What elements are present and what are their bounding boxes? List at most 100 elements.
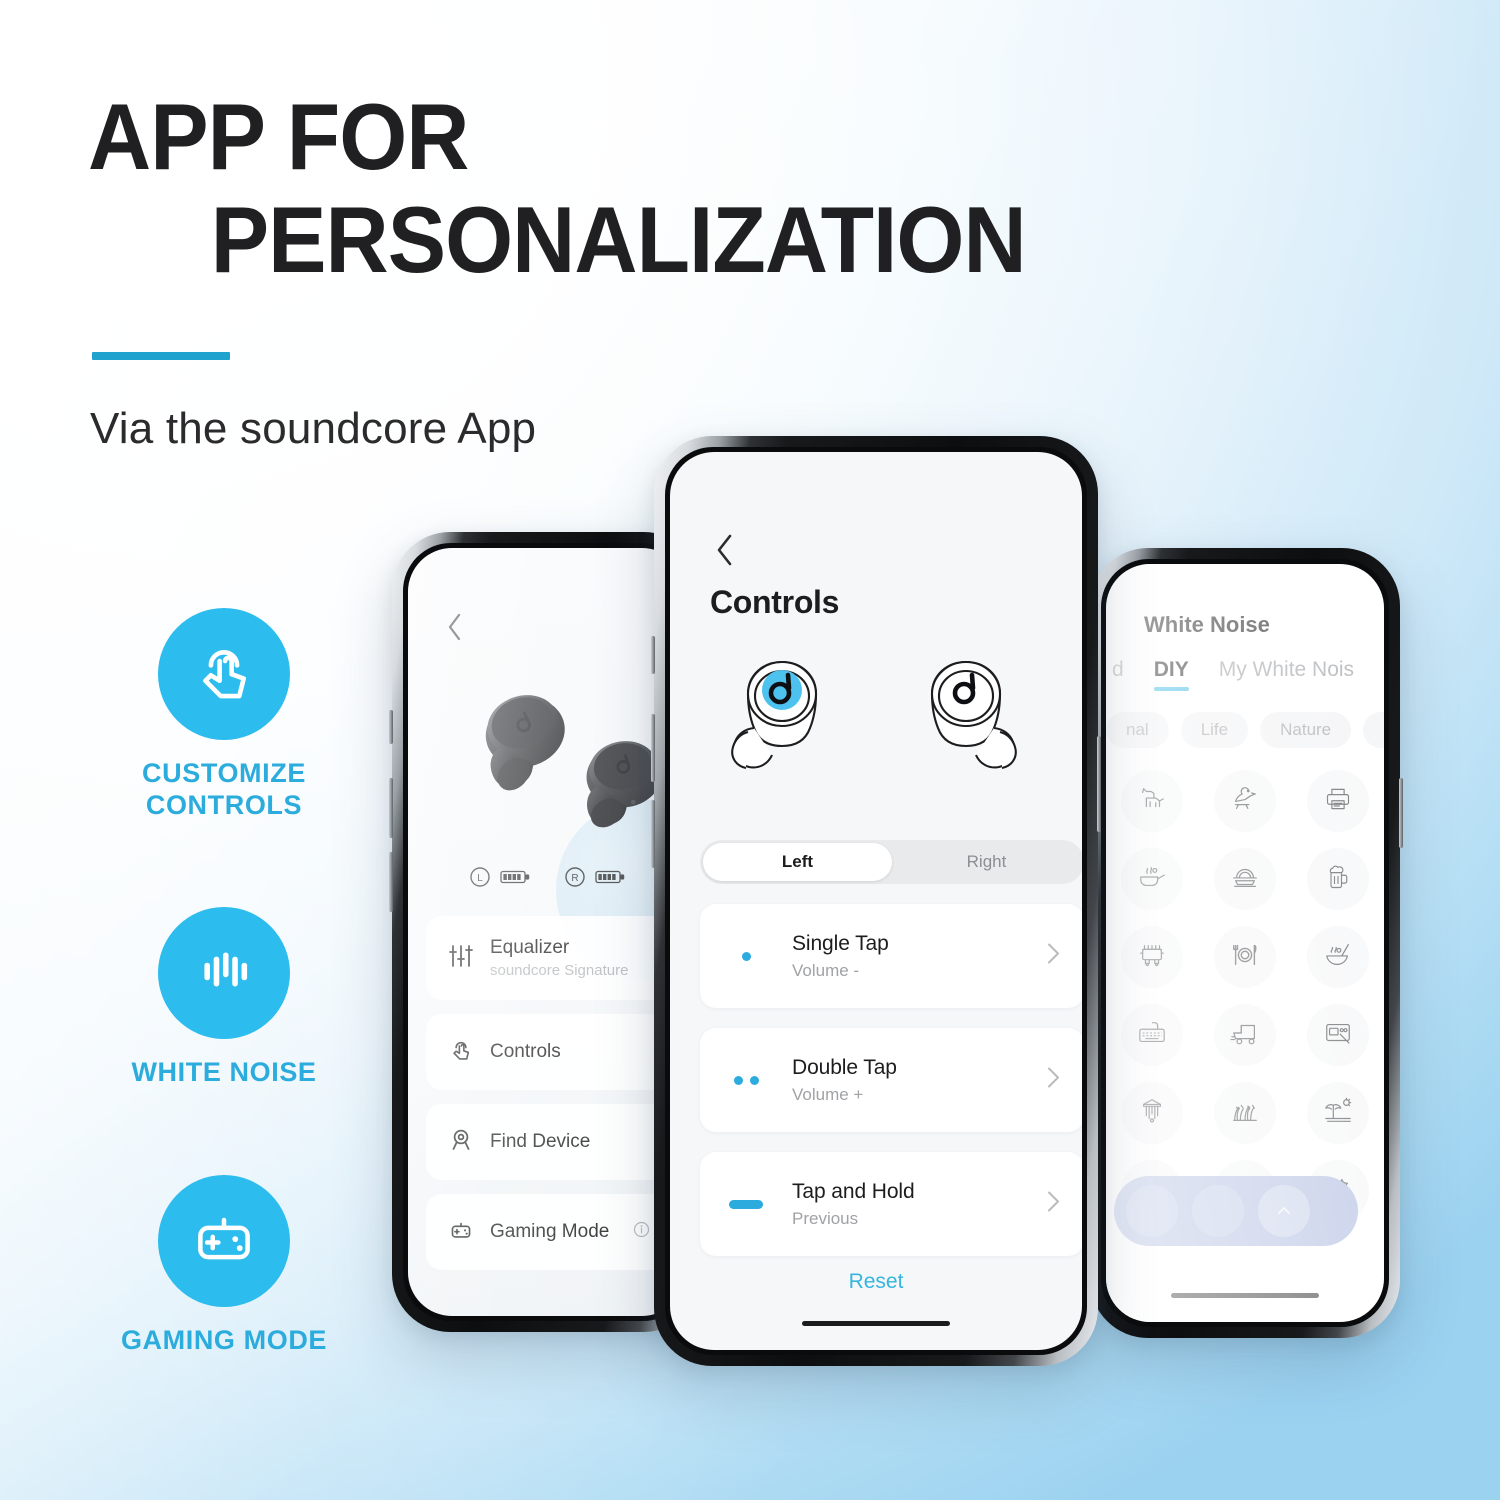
player-slot (1192, 1185, 1244, 1237)
chevron-right-icon (1047, 1191, 1060, 1218)
battery-right: R (564, 866, 625, 893)
earbud-right[interactable] (902, 648, 1034, 803)
sound-tile[interactable] (1291, 926, 1384, 988)
printer-icon (1324, 785, 1352, 818)
sound-tile[interactable] (1291, 770, 1384, 832)
sound-tile[interactable] (1199, 770, 1292, 832)
control-double-tap[interactable]: Double Tap Volume + (700, 1028, 1082, 1132)
control-title: Single Tap (792, 931, 889, 955)
phone-mockup-center: Controls Left Right Single Tap Volume - … (651, 436, 1101, 1366)
home-indicator (1171, 1293, 1319, 1298)
earbud-side-toggle[interactable]: Left Right (700, 840, 1082, 884)
screen-title: Controls (710, 584, 840, 620)
sound-tile[interactable] (1291, 1082, 1384, 1144)
sound-tile[interactable] (1106, 926, 1199, 988)
feature-label-line-1: GAMING MODE (120, 1324, 328, 1355)
wind-chime-icon (1137, 1096, 1167, 1131)
tv-remote-icon (1323, 1018, 1353, 1053)
sound-tile[interactable] (1106, 1004, 1199, 1066)
cutlery-plate-icon (1230, 940, 1260, 975)
feature-label-line-1: CUSTOMIZE (142, 758, 306, 788)
cooking-pan-icon (1137, 862, 1167, 897)
sound-tile[interactable] (1291, 1004, 1384, 1066)
sound-tile[interactable] (1199, 1082, 1292, 1144)
sound-tile[interactable] (1106, 770, 1199, 832)
home-indicator (802, 1321, 950, 1326)
phone-side-button (389, 710, 393, 744)
headline-line-1: APP FOR (88, 84, 469, 189)
chip-animal[interactable]: nal (1106, 712, 1169, 748)
control-value: Volume - (792, 960, 860, 980)
beer-mug-icon (1324, 863, 1352, 896)
menu-item-subtitle: soundcore Signature (490, 962, 629, 979)
battery-left: L (469, 866, 530, 893)
chip-life[interactable]: Life (1180, 712, 1249, 748)
feature-label-line-2: CONTROLS (145, 789, 303, 820)
menu-item-find-device[interactable]: Find Device (426, 1104, 686, 1180)
noodles-icon (1230, 862, 1260, 897)
keyboard-icon (1137, 1018, 1167, 1053)
feature-icon-badge (158, 1174, 290, 1307)
menu-item-equalizer[interactable]: Equalizer soundcore Signature (426, 916, 686, 1000)
menu-item-controls[interactable]: Controls (426, 1014, 686, 1090)
chevron-right-icon (1047, 1067, 1060, 1094)
sound-tile[interactable] (1199, 848, 1292, 910)
battery-full-icon (500, 869, 530, 890)
segment-right[interactable]: Right (892, 843, 1081, 881)
control-single-tap[interactable]: Single Tap Volume - (700, 904, 1082, 1008)
left-bud-badge: L (469, 866, 491, 893)
sound-tile[interactable] (1291, 848, 1384, 910)
page-title: APP FOR PERSONALIZATION (88, 84, 1218, 287)
sound-wave-icon (191, 938, 257, 1009)
category-chip-row: nal Life Nature Oth (1106, 712, 1384, 748)
gamepad-icon (448, 1217, 474, 1248)
white-noise-tabs: d DIY My White Nois (1112, 658, 1384, 691)
sound-tile[interactable] (1199, 926, 1292, 988)
phone-volume-up-button (651, 714, 655, 782)
menu-item-title: Controls (490, 1041, 561, 1062)
control-value: Previous (792, 1208, 859, 1228)
info-icon[interactable] (633, 1221, 650, 1243)
phone-left-screen: L R Equalizer soundcore Signature Contro… (408, 548, 686, 1316)
sound-icon-grid (1106, 770, 1384, 1222)
feature-icon-badge (158, 907, 290, 1040)
earbud-left-selected[interactable] (718, 648, 850, 803)
menu-item-title: Find Device (490, 1131, 591, 1152)
phone-bezel: Controls Left Right Single Tap Volume - … (665, 447, 1087, 1355)
tab-sound[interactable]: d (1112, 658, 1124, 682)
feature-gaming-mode: GAMING MODE (110, 1174, 338, 1357)
chip-nature[interactable]: Nature (1260, 712, 1352, 748)
tab-diy[interactable]: DIY (1153, 658, 1189, 691)
back-button[interactable] (712, 530, 738, 575)
earbuds-product-image (408, 640, 686, 980)
beach-palm-icon (1323, 1096, 1353, 1131)
player-collapse-icon[interactable] (1258, 1185, 1310, 1237)
svg-text:R: R (571, 873, 578, 884)
control-tap-and-hold[interactable]: Tap and Hold Previous (700, 1152, 1082, 1256)
chip-others[interactable]: Oth (1363, 712, 1384, 748)
player-slot (1126, 1185, 1178, 1237)
feature-icon-badge (158, 608, 290, 740)
battery-status-row: L R (408, 866, 686, 893)
segment-left[interactable]: Left (703, 843, 892, 881)
menu-item-gaming-mode[interactable]: Gaming Mode (426, 1194, 686, 1270)
phone-bezel: L R Equalizer soundcore Signature Contro… (403, 543, 691, 1321)
feature-list: CUSTOMIZE CONTROLS WHITE NOISE GAMING MO… (110, 608, 338, 1356)
hold-bar-icon (700, 1199, 792, 1209)
mini-player-bar[interactable] (1114, 1176, 1358, 1246)
controls-list: Single Tap Volume - Double Tap Volume + (700, 904, 1082, 1276)
sound-tile[interactable] (1106, 1082, 1199, 1144)
tap-hand-icon (448, 1037, 474, 1068)
sound-tile[interactable] (1199, 1004, 1292, 1066)
double-dot-icon (700, 1075, 792, 1085)
control-title: Double Tap (792, 1055, 897, 1079)
single-dot-icon (700, 951, 792, 961)
reset-button[interactable]: Reset (670, 1270, 1082, 1294)
battery-full-icon (595, 869, 625, 890)
hotpot-icon (1137, 940, 1167, 975)
feature-label: WHITE NOISE (110, 1057, 338, 1089)
phone-power-button (1399, 778, 1403, 848)
sound-tile[interactable] (1106, 848, 1199, 910)
tab-my-white-noise[interactable]: My White Nois (1219, 658, 1354, 682)
feature-white-noise: WHITE NOISE (110, 907, 338, 1089)
